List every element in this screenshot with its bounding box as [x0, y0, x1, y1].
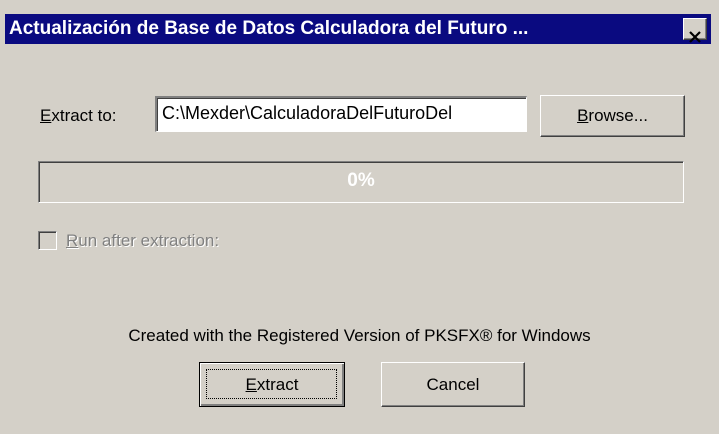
extract-to-label-text: xtract to: — [51, 106, 117, 125]
progress-text: 0% — [347, 170, 375, 191]
run-after-text: un after extraction: — [78, 231, 220, 250]
run-after-label: Run after extraction: — [66, 229, 219, 253]
credit-text: Created with the Registered Version of P… — [128, 326, 591, 345]
extract-to-label-accelerator: E — [40, 106, 52, 125]
browse-label: rowse... — [588, 106, 648, 125]
dialog-window: Actualización de Base de Datos Calculado… — [0, 0, 719, 434]
close-icon — [688, 23, 702, 43]
close-button[interactable] — [683, 18, 707, 43]
extract-path-input[interactable]: C:\Mexder\CalculadoraDelFuturoDel — [155, 96, 527, 132]
browse-button[interactable]: Browse... — [540, 95, 685, 137]
title-bar: Actualización de Base de Datos Calculado… — [5, 14, 711, 44]
cancel-button[interactable]: Cancel — [381, 362, 525, 407]
run-after-accelerator: R — [66, 231, 79, 250]
run-after-checkbox[interactable] — [38, 231, 57, 250]
extract-button[interactable]: Extract — [199, 362, 345, 407]
progress-bar: 0% — [38, 161, 684, 203]
browse-accelerator: B — [577, 106, 589, 125]
extract-to-label: Extract to: — [40, 104, 117, 128]
focus-ring — [206, 369, 337, 399]
window-title: Actualización de Base de Datos Calculado… — [9, 18, 529, 39]
